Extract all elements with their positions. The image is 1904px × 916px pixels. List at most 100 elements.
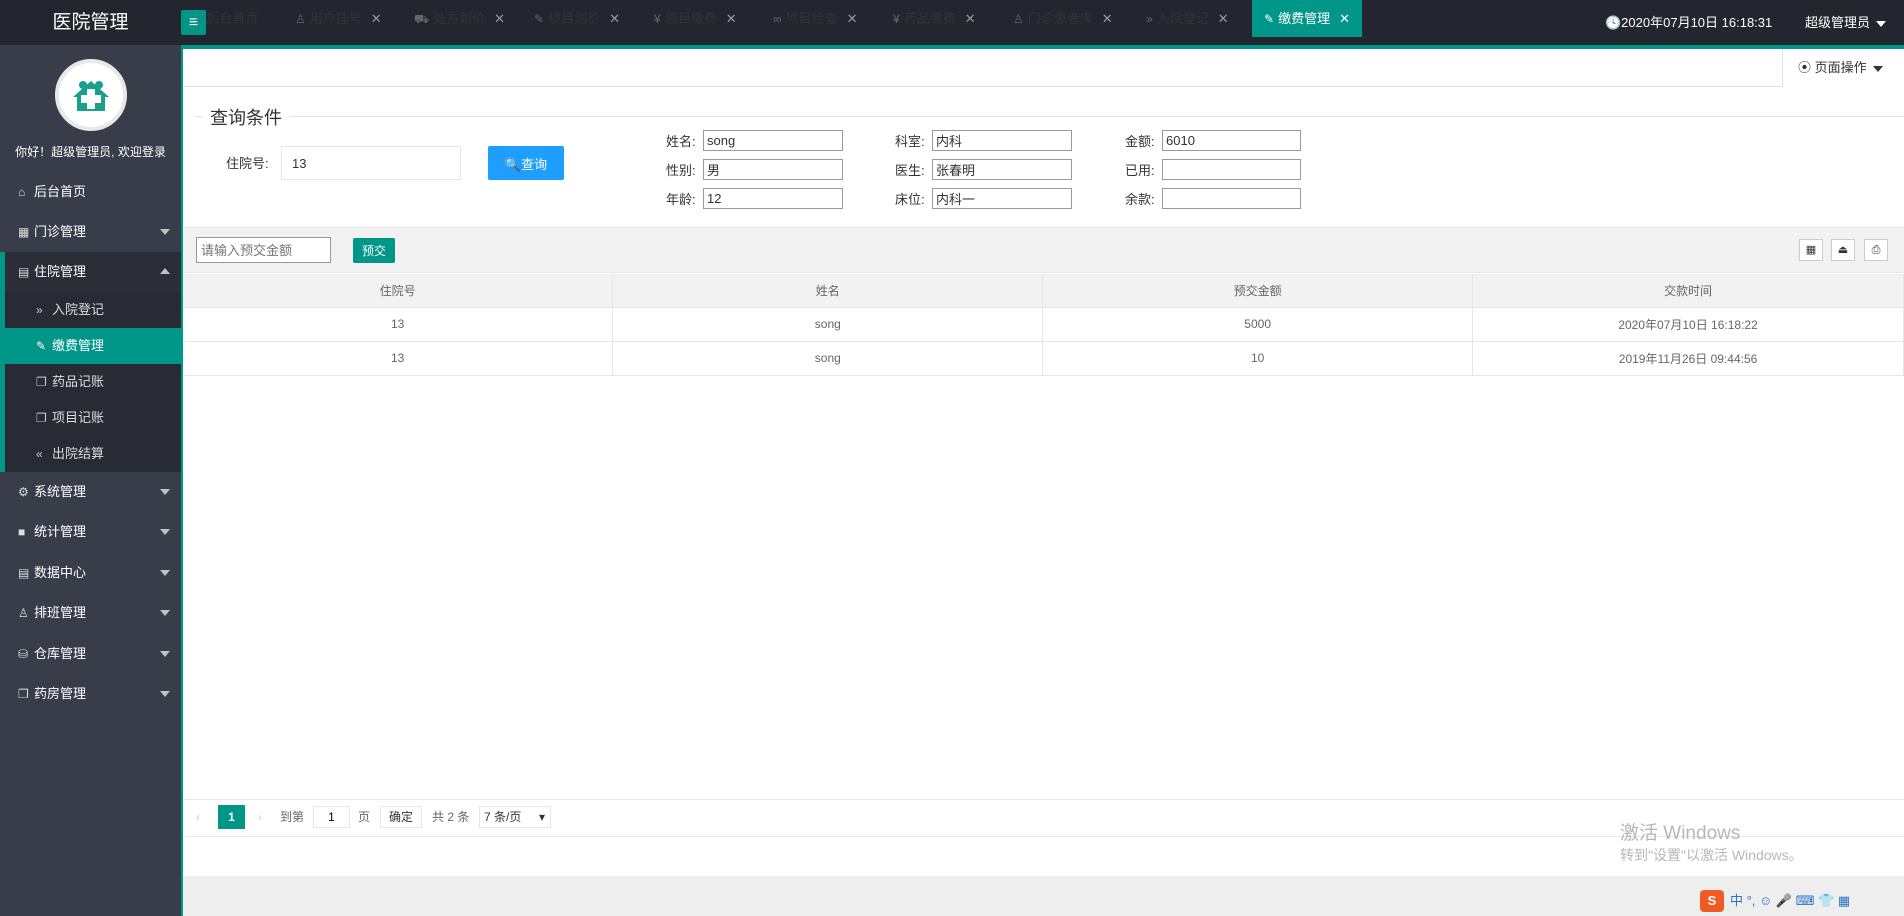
- nav-system[interactable]: ⚙ 系统管理: [0, 472, 181, 512]
- user-icon: ♙: [18, 606, 29, 620]
- tab-item-payment[interactable]: ¥ 项目缴费 ✕: [654, 0, 737, 37]
- close-icon[interactable]: ✕: [371, 11, 382, 26]
- inpatient-number-input[interactable]: [281, 146, 461, 180]
- column-header[interactable]: 姓名: [612, 274, 1044, 308]
- close-icon[interactable]: ✕: [965, 11, 976, 26]
- nav-warehouse[interactable]: ⛁ 仓库管理: [0, 634, 181, 674]
- per-page-select[interactable]: 7 条/页 ▾: [479, 806, 551, 828]
- windows-activation-subtitle: 转到"设置"以激活 Windows。: [1620, 847, 1803, 863]
- book-icon: ❐: [36, 375, 47, 389]
- grid-icon: ▦: [18, 225, 30, 239]
- goto-confirm-button[interactable]: 确定: [380, 806, 422, 828]
- close-icon[interactable]: ✕: [726, 11, 737, 26]
- goto-page-input[interactable]: [313, 806, 350, 828]
- tab-label: 缴费管理: [1278, 11, 1331, 26]
- sogou-ime-icon[interactable]: S: [1700, 890, 1724, 912]
- sidebar-item-drug-billing[interactable]: ❐ 药品记账: [5, 364, 181, 400]
- gender-field[interactable]: [703, 159, 843, 180]
- print-icon[interactable]: ⎙: [1864, 239, 1888, 261]
- tab-outpatient-db[interactable]: ♙ 门诊患者库 ✕: [1013, 0, 1113, 37]
- chevron-down-icon: [160, 489, 170, 495]
- column-header[interactable]: 住院号: [183, 274, 614, 308]
- user-menu[interactable]: 超级管理员: [1805, 0, 1887, 45]
- department-field[interactable]: [932, 130, 1072, 151]
- nav-pharmacy[interactable]: ❐ 药房管理: [0, 674, 181, 714]
- used-field[interactable]: [1162, 159, 1301, 180]
- nav-data-center[interactable]: ▤ 数据中心: [0, 553, 181, 593]
- gender-label: 性别:: [666, 163, 696, 178]
- ime-tray[interactable]: S 中 °, ☺ 🎤 ⌨ 👕 ▦: [1700, 889, 1850, 913]
- prepay-amount-input[interactable]: [196, 237, 331, 263]
- chevron-down-icon: [160, 691, 170, 697]
- cart-icon: ⛟: [414, 12, 430, 26]
- yen-icon: ¥: [654, 12, 661, 26]
- nav-home-label: 后台首页: [34, 184, 87, 199]
- tab-registration[interactable]: ♙ 用户挂号 ✕: [295, 0, 382, 37]
- close-icon[interactable]: ✕: [494, 11, 505, 26]
- column-header[interactable]: 预交金额: [1042, 274, 1474, 308]
- close-icon[interactable]: ✕: [609, 11, 620, 26]
- table-toolbar: [183, 227, 1904, 273]
- sidebar-item-item-billing[interactable]: ❐ 项目记账: [5, 400, 181, 436]
- tab-home[interactable]: ⌂ 后台首页: [195, 0, 258, 37]
- nav-outpatient[interactable]: ▦ 门诊管理: [0, 212, 181, 252]
- column-header[interactable]: 交款时间: [1472, 274, 1904, 308]
- close-icon[interactable]: ✕: [847, 11, 858, 26]
- current-page[interactable]: 1: [218, 805, 245, 829]
- table-row[interactable]: 13 song 5000 2020年07月10日 16:18:22: [183, 307, 1904, 342]
- query-button[interactable]: 🔍查询: [488, 146, 564, 180]
- doctor-field[interactable]: [932, 159, 1072, 180]
- tab-prescription-pricing[interactable]: ⛟ 处方划价 ✕: [414, 0, 505, 37]
- tab-drug-payment[interactable]: ¥ 药品缴费 ✕: [893, 0, 976, 37]
- prepay-button[interactable]: 预交: [353, 238, 395, 263]
- name-field[interactable]: [703, 130, 843, 151]
- tab-admission[interactable]: » 入院登记 ✕: [1146, 0, 1229, 37]
- chat-icon: ■: [18, 525, 26, 539]
- sidebar-item-discharge[interactable]: « 出院结算: [5, 436, 181, 472]
- book-icon: ❐: [18, 687, 29, 701]
- nav-inpatient-label: 住院管理: [34, 264, 87, 279]
- nav-home[interactable]: ⌂ 后台首页: [0, 172, 181, 212]
- tab-label: 项目划价: [548, 11, 601, 26]
- nav-system-label: 系统管理: [34, 484, 87, 499]
- home-icon: ⌂: [195, 12, 203, 26]
- sidebar-item-payment[interactable]: ✎ 缴费管理: [5, 328, 181, 364]
- chevron-down-icon: [1876, 20, 1887, 27]
- avatar: [55, 59, 127, 131]
- close-icon[interactable]: ✕: [1339, 11, 1350, 26]
- amount-field[interactable]: [1162, 130, 1301, 151]
- query-fieldset-border: [195, 116, 1904, 117]
- tab-bar: [183, 49, 1904, 87]
- age-field[interactable]: [703, 188, 843, 209]
- double-right-icon: »: [36, 303, 43, 317]
- prev-page-button[interactable]: ‹: [196, 805, 200, 829]
- nav-inpatient[interactable]: ▤ 住院管理: [0, 252, 181, 292]
- chevron-down-icon: [160, 610, 170, 616]
- nav-statistics[interactable]: ■ 统计管理: [0, 512, 181, 552]
- tab-label: 药品缴费: [903, 11, 956, 26]
- nav-warehouse-label: 仓库管理: [34, 646, 87, 661]
- tab-item-check[interactable]: ∞ 项目检查 ✕: [773, 0, 857, 37]
- page-unit-label: 页: [358, 810, 371, 824]
- nav-pharmacy-label: 药房管理: [34, 686, 87, 701]
- tab-label: 处方划价: [433, 11, 486, 26]
- bed-label: 床位:: [895, 192, 925, 207]
- chevron-down-icon: [160, 529, 170, 535]
- bed-field[interactable]: [932, 188, 1072, 209]
- edit-icon: ✎: [36, 339, 47, 353]
- nav-outpatient-label: 门诊管理: [34, 224, 87, 239]
- tab-payment-management[interactable]: ✎ 缴费管理 ✕: [1252, 0, 1362, 37]
- columns-icon[interactable]: ▦: [1799, 239, 1823, 261]
- table-row[interactable]: 13 song 10 2019年11月26日 09:44:56: [183, 341, 1904, 376]
- inpatient-number-label: 住院号:: [226, 156, 269, 171]
- nav-scheduling[interactable]: ♙ 排班管理: [0, 593, 181, 633]
- close-icon[interactable]: ✕: [1218, 11, 1229, 26]
- tab-item-pricing[interactable]: ✎ 项目划价 ✕: [534, 0, 620, 37]
- sidebar-item-admission[interactable]: » 入院登记: [5, 292, 181, 328]
- page-operations-menu[interactable]: ⦿ 页面操作: [1782, 49, 1904, 87]
- next-page-button[interactable]: ›: [258, 805, 262, 829]
- query-legend: 查询条件: [203, 104, 289, 130]
- close-icon[interactable]: ✕: [1102, 11, 1113, 26]
- export-icon[interactable]: ⏏: [1831, 239, 1855, 261]
- balance-field[interactable]: [1162, 188, 1301, 209]
